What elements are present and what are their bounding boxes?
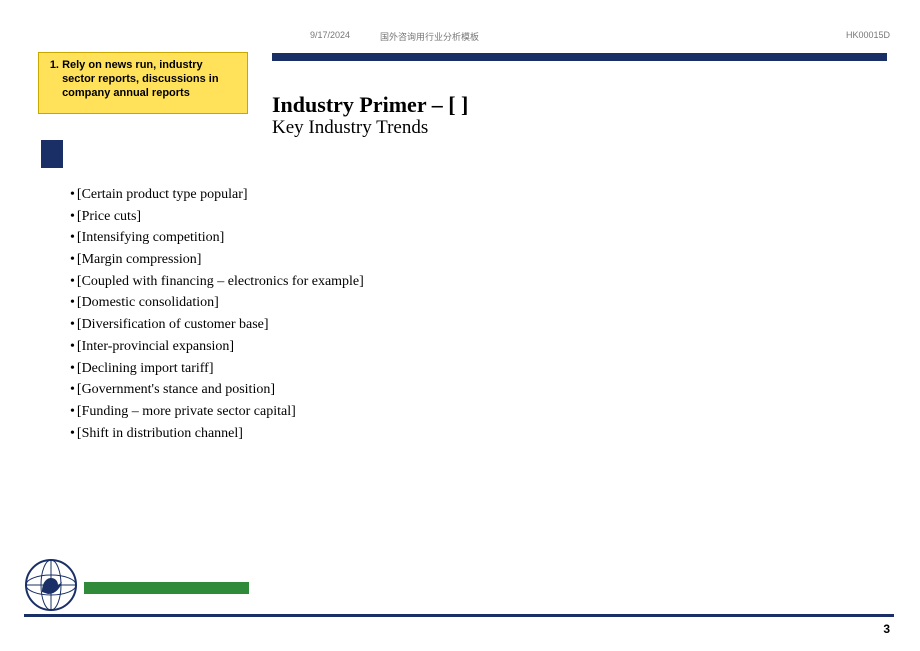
footer-rule <box>24 614 894 617</box>
bullet-item: [Diversification of customer base] <box>70 314 364 336</box>
callout-text: Rely on news run, industry sector report… <box>62 59 238 100</box>
bullet-item: [Intensifying competition] <box>70 227 364 249</box>
bullet-item: [Government's stance and position] <box>70 379 364 401</box>
bullet-item: [Price cuts] <box>70 206 364 228</box>
accent-square <box>41 140 63 168</box>
bullet-item: [Coupled with financing – electronics fo… <box>70 271 364 293</box>
callout-number: 1. <box>43 59 59 71</box>
document-id: HK00015D <box>846 30 890 40</box>
bullet-item: [Margin compression] <box>70 249 364 271</box>
header-date: 9/17/2024 <box>310 30 350 40</box>
footer-green-bar <box>84 582 249 594</box>
slide-title: Industry Primer – [ ] <box>272 92 468 118</box>
bullet-item: [Domestic consolidation] <box>70 292 364 314</box>
bullet-item: [Certain product type popular] <box>70 184 364 206</box>
header-center-text: 国外咨询用行业分析模板 <box>380 30 479 43</box>
slide: 9/17/2024 国外咨询用行业分析模板 HK00015D 1. Rely o… <box>0 0 920 651</box>
bullet-item: [Declining import tariff] <box>70 358 364 380</box>
logo-icon <box>24 558 78 612</box>
bullet-item: [Shift in distribution channel] <box>70 423 364 445</box>
bullet-item: [Funding – more private sector capital] <box>70 401 364 423</box>
slide-subtitle: Key Industry Trends <box>272 117 428 139</box>
page-number: 3 <box>883 622 890 636</box>
header-rule <box>272 53 887 61</box>
callout-box: 1. Rely on news run, industry sector rep… <box>38 52 248 114</box>
bullet-list: [Certain product type popular] [Price cu… <box>70 184 364 444</box>
bullet-item: [Inter-provincial expansion] <box>70 336 364 358</box>
